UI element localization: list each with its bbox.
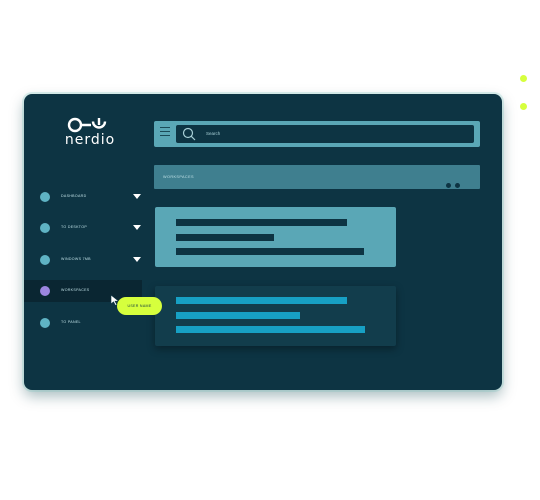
text-placeholder-line xyxy=(176,219,347,226)
user-name-tooltip: USER NAME xyxy=(117,297,162,315)
text-placeholder-line xyxy=(176,326,365,333)
menu-icon[interactable] xyxy=(160,127,170,137)
brand-logo[interactable]: nerdio xyxy=(54,116,126,150)
nav-dot-icon xyxy=(40,286,50,296)
top-bar: Search xyxy=(154,121,480,147)
sidebar-item-to-desktop[interactable]: TO DESKTOP xyxy=(24,217,142,239)
sidebar-item-label: DASHBOARD xyxy=(61,194,87,198)
sidebar-item-label: WORKSPACES xyxy=(61,288,90,292)
decorative-dot-top xyxy=(520,75,527,82)
workspaces-bar-label: WORKSPACES xyxy=(163,175,194,179)
sidebar-item-windows[interactable]: WINDOWS 7MB xyxy=(24,249,142,271)
workspaces-bar: WORKSPACES xyxy=(154,165,480,189)
sidebar-item-label: WINDOWS 7MB xyxy=(61,257,91,261)
text-placeholder-line xyxy=(176,248,364,255)
search-input[interactable]: Search xyxy=(176,125,474,143)
app-window: nerdio DASHBOARD TO DESKTOP WINDOWS 7MB … xyxy=(24,94,502,390)
chevron-down-icon[interactable] xyxy=(133,225,141,230)
nav-dot-icon xyxy=(40,192,50,202)
chevron-down-icon[interactable] xyxy=(133,194,141,199)
chevron-down-icon[interactable] xyxy=(133,257,141,262)
nav-dot-icon xyxy=(40,318,50,328)
brand-name: nerdio xyxy=(64,132,116,148)
decorative-dot-bottom xyxy=(520,103,527,110)
nav-dot-icon xyxy=(40,255,50,265)
sidebar-item-label: TO DESKTOP xyxy=(61,225,88,229)
content-card[interactable] xyxy=(155,286,396,346)
text-placeholder-line xyxy=(176,234,274,241)
text-placeholder-line xyxy=(176,297,347,304)
search-placeholder: Search xyxy=(206,131,221,136)
text-placeholder-line xyxy=(176,312,300,319)
nav-dot-icon xyxy=(40,223,50,233)
sidebar-item-dashboard[interactable]: DASHBOARD xyxy=(24,186,142,208)
sidebar-item-label: TO PANEL xyxy=(61,320,81,324)
more-dots-icon[interactable] xyxy=(446,175,464,193)
search-icon xyxy=(182,127,196,141)
sidebar-item-to-panel[interactable]: TO PANEL xyxy=(24,312,142,334)
content-card-highlighted[interactable] xyxy=(155,207,396,267)
